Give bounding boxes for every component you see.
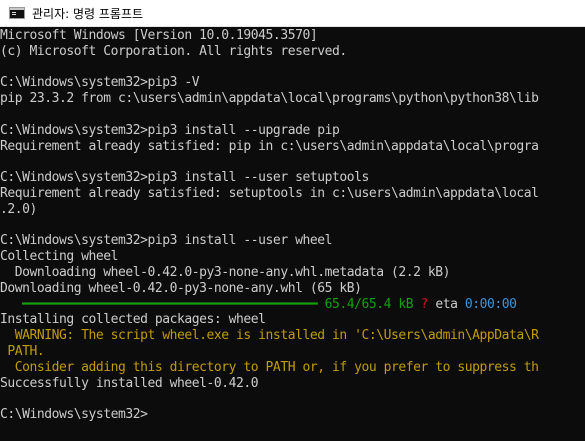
progress-speed: ? [420, 296, 429, 312]
progress-line: ━━━━━━━━━━━━━━━━━━━━━━━━━━━━━━━━━━━━━━━━… [0, 297, 585, 313]
console-line: .2.0) [0, 201, 37, 217]
console-line: Downloading wheel-0.42.0-py3-none-any.wh… [0, 280, 362, 296]
console-line: Requirement already satisfied: setuptool… [0, 185, 539, 201]
console-line: C:\Windows\system32>pip3 -V [0, 75, 200, 91]
warning-line: Consider adding this directory to PATH o… [0, 359, 539, 375]
console-output[interactable]: Microsoft Windows [Version 10.0.19045.35… [0, 28, 585, 441]
console-line: C:\Windows\system32>pip3 install --upgra… [0, 122, 340, 138]
console-line: Downloading wheel-0.42.0-py3-none-any.wh… [0, 264, 451, 280]
warning-line: PATH. [0, 343, 45, 359]
warning-line: WARNING: The script wheel.exe is install… [0, 328, 539, 344]
progress-indent [0, 297, 22, 312]
console-line: Installing collected packages: wheel [0, 312, 266, 328]
title-bar[interactable]: 관리자: 명령 프롬프트 [0, 0, 585, 27]
progress-bar: ━━━━━━━━━━━━━━━━━━━━━━━━━━━━━━━━━━━━━━━━ [22, 296, 318, 312]
console-icon [9, 7, 25, 19]
progress-eta-label: eta [435, 296, 458, 312]
console-line: C:\Windows\system32>pip3 install --user … [0, 233, 332, 249]
console-line: (c) Microsoft Corporation. All rights re… [0, 43, 347, 59]
console-line: Requirement already satisfied: pip in c:… [0, 138, 539, 154]
command-prompt-window[interactable]: 관리자: 명령 프롬프트 Microsoft Windows [Version … [0, 0, 585, 441]
command-prompt-line[interactable]: C:\Windows\system32> [0, 407, 585, 423]
console-line: Microsoft Windows [Version 10.0.19045.35… [0, 28, 318, 43]
window-title: 관리자: 명령 프롬프트 [32, 6, 144, 21]
progress-eta-value: 0:00:00 [464, 296, 517, 312]
console-line: Collecting wheel [0, 249, 119, 265]
console-line: pip 23.3.2 from c:\users\admin\appdata\l… [0, 91, 539, 107]
progress-size: 65.4/65.4 kB [324, 296, 414, 312]
console-line: Successfully installed wheel-0.42.0 [0, 375, 259, 391]
console-line: C:\Windows\system32>pip3 install --user … [0, 170, 369, 186]
